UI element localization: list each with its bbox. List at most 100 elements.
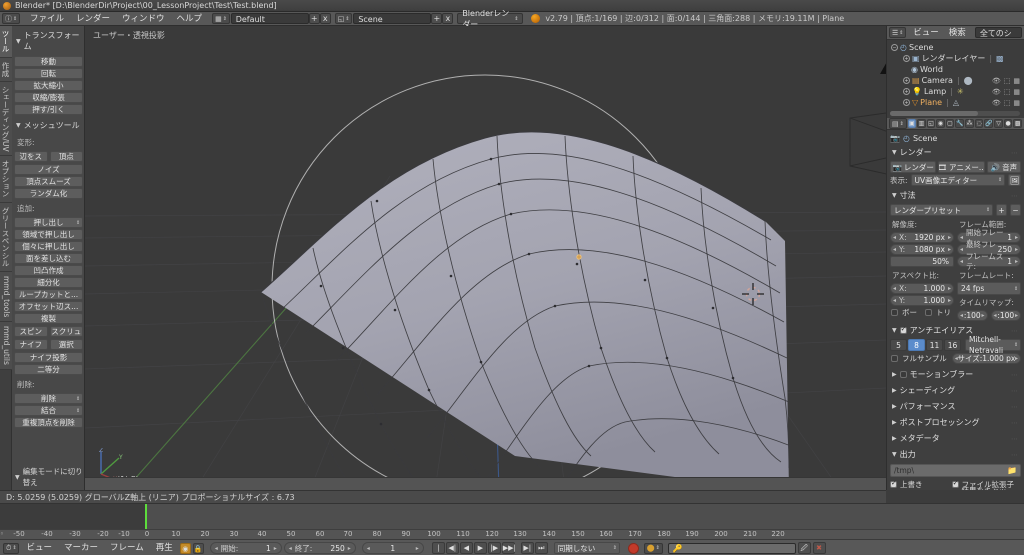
outliner-row-camera[interactable]: + ▤ Camera | ⬤ 👁 ⬚ ▦ bbox=[889, 75, 1024, 86]
timeline-playhead[interactable] bbox=[145, 504, 147, 529]
keying-set-icon-button[interactable]: ⬤ ⇕ bbox=[643, 542, 663, 554]
aa-samples-11[interactable]: 11 bbox=[926, 339, 943, 351]
output-path-field[interactable]: /tmp\ 📁 bbox=[890, 464, 1021, 477]
screen-remove-button[interactable]: x bbox=[319, 13, 331, 24]
output-section-header[interactable]: ▼ 出力 ⋯ bbox=[890, 446, 1021, 462]
scene-remove-button[interactable]: x bbox=[442, 13, 454, 24]
chevron-left-icon[interactable]: ◂ bbox=[367, 543, 370, 554]
cursor-icon[interactable]: ⬚ bbox=[1004, 99, 1011, 107]
camera-render-icon[interactable]: ▦ bbox=[1013, 99, 1020, 107]
offset-edge-loop-button[interactable]: オフセット辺ス... bbox=[14, 301, 83, 312]
current-frame-field[interactable]: ◂ 1 ▸ bbox=[361, 542, 424, 554]
chevron-right-icon[interactable]: ▸ bbox=[948, 296, 951, 306]
chevron-right-icon[interactable]: ▸ bbox=[1015, 245, 1018, 255]
meshtools-panel-header[interactable]: ▼ メッシュツール bbox=[14, 118, 83, 134]
editor-type-selector[interactable]: ⓘ ⇕ bbox=[2, 13, 20, 24]
render-preset-select[interactable]: レンダープリセット ⇕ bbox=[890, 204, 993, 216]
rotate-button[interactable]: 回転 bbox=[14, 68, 83, 79]
aa-samples-16[interactable]: 16 bbox=[944, 339, 961, 351]
display-image-button[interactable]: 🖼 bbox=[1008, 174, 1021, 186]
edge-slide-button[interactable]: 辺をス bbox=[14, 151, 48, 162]
end-frame-field[interactable]: ◂ 終了: 250 ▸ bbox=[283, 542, 356, 554]
viewport-footer-bar[interactable] bbox=[85, 477, 886, 490]
camera-data-icon[interactable]: ⬤ bbox=[964, 76, 973, 85]
menu-render[interactable]: レンダー bbox=[70, 12, 116, 26]
loop-button[interactable]: ⏭ bbox=[534, 542, 548, 554]
aa-samples-5[interactable]: 5 bbox=[890, 339, 907, 351]
outliner-row-plane[interactable]: + ▽ Plane | ◬ 👁 ⬚ ▦ bbox=[889, 97, 1024, 108]
outliner-row-renderlayer[interactable]: + ▣ レンダーレイヤー | ▩ bbox=[889, 53, 1024, 64]
expand-toggle-icon[interactable]: − bbox=[891, 44, 898, 51]
outliner-row-lamp[interactable]: + 💡 Lamp | ✳ 👁 ⬚ ▦ bbox=[889, 86, 1024, 97]
crop-checkbox[interactable] bbox=[925, 309, 932, 316]
tab-shading-uv[interactable]: シェーディング/UV bbox=[0, 81, 12, 157]
screen-layout-icon-button[interactable]: ▦ ⇕ bbox=[212, 13, 230, 24]
motionblur-checkbox[interactable] bbox=[899, 371, 907, 378]
chevron-right-icon[interactable]: ▸ bbox=[948, 245, 951, 255]
play-reverse-button[interactable]: ◀ bbox=[459, 542, 473, 554]
chevron-right-icon[interactable]: ▸ bbox=[1015, 354, 1018, 364]
start-frame-field[interactable]: ◂ 開始: 1 ▸ bbox=[209, 542, 282, 554]
postprocessing-section-header[interactable]: ▶ ポストプロセッシング ⋯ bbox=[890, 414, 1021, 430]
remap-old-field[interactable]: ◂ :100 ▸ bbox=[957, 310, 988, 321]
extrude-region-button[interactable]: 領域で押し出し bbox=[14, 229, 83, 240]
motionblur-section-header[interactable]: ▶ モーションブラー ⋯ bbox=[890, 366, 1021, 382]
timeline-editor-type-button[interactable]: ⏱ ⇕ bbox=[3, 542, 20, 554]
display-mode-select[interactable]: UV画像エディター ⇕ bbox=[910, 174, 1005, 186]
chevron-right-icon[interactable]: ▸ bbox=[348, 543, 351, 554]
toggle-edit-mode-footer[interactable]: ▼ 編集モードに切り替え bbox=[12, 466, 83, 488]
smooth-vertex-button[interactable]: 頂点スムーズ bbox=[14, 176, 83, 187]
cursor-icon[interactable]: ⬚ bbox=[1004, 77, 1011, 85]
chevron-right-icon[interactable]: ▸ bbox=[981, 311, 984, 321]
push-pull-button[interactable]: 押す/引く bbox=[14, 104, 83, 115]
tab-scene[interactable]: ◱ bbox=[926, 119, 936, 128]
overwrite-row[interactable]: 上書き bbox=[890, 479, 946, 490]
eye-icon[interactable]: 👁 bbox=[992, 77, 1001, 85]
outliner-menu-view[interactable]: ビュー bbox=[910, 26, 942, 40]
play-button[interactable]: ▶ bbox=[473, 542, 487, 554]
outliner-row-world[interactable]: ◉ World bbox=[889, 64, 1024, 75]
chevron-right-icon[interactable]: ▸ bbox=[1015, 257, 1018, 267]
render-audio-button[interactable]: 🔊 音声 bbox=[986, 161, 1021, 173]
resolution-y-field[interactable]: ◂ Y: 1080 px ▸ bbox=[890, 244, 954, 255]
metadata-section-header[interactable]: ▶ メタデータ ⋯ bbox=[890, 430, 1021, 446]
scene-add-button[interactable]: + bbox=[431, 13, 443, 24]
aa-size-field[interactable]: ◂ サイズ:1.000 px ▸ bbox=[951, 353, 1021, 364]
spin-button[interactable]: スピン bbox=[14, 326, 48, 337]
eye-icon[interactable]: 👁 bbox=[992, 99, 1001, 107]
expand-toggle-icon[interactable]: + bbox=[903, 77, 910, 84]
aa-filter-select[interactable]: Mitchell-Netravali ⇕ bbox=[965, 335, 1021, 355]
keying-set-field[interactable]: 🔑 bbox=[667, 542, 796, 554]
remove-doubles-button[interactable]: 重複頂点を削除 bbox=[14, 417, 83, 428]
resolution-x-field[interactable]: ◂ X: 1920 px ▸ bbox=[890, 232, 954, 243]
screen-add-button[interactable]: + bbox=[308, 13, 320, 24]
tab-render[interactable]: ▣ bbox=[907, 119, 917, 128]
chevron-left-icon[interactable]: ◂ bbox=[960, 257, 963, 267]
tab-mmd-tools[interactable]: mmd_tools bbox=[0, 271, 12, 322]
tab-texture[interactable]: ▩ bbox=[1013, 119, 1022, 128]
border-checkbox[interactable] bbox=[891, 309, 898, 316]
tab-mmd-utils[interactable]: mmd_utils bbox=[0, 321, 12, 370]
transform-panel-header[interactable]: ▼ トランスフォーム bbox=[14, 28, 83, 55]
menu-window[interactable]: ウィンドウ bbox=[116, 12, 171, 26]
dimensions-section-header[interactable]: ▼ 寸法 ⋯ bbox=[890, 187, 1021, 203]
inset-faces-button[interactable]: 面を差し込む bbox=[14, 253, 83, 264]
render-image-button[interactable]: 📷 レンダー bbox=[890, 161, 937, 173]
timeline-ruler[interactable]: ◦ -50 -40 -30 -20 -10 0 10 20 30 40 50 6… bbox=[0, 529, 1024, 539]
chevron-left-icon[interactable]: ◂ bbox=[893, 284, 896, 294]
sync-mode-select[interactable]: 同期しない ⇕ bbox=[553, 542, 620, 554]
render-section-header[interactable]: ▼ レンダー ⋯ bbox=[890, 144, 1021, 160]
subdivide-button[interactable]: 細分化 bbox=[14, 277, 83, 288]
jump-start-button[interactable]: |◀◀ bbox=[431, 542, 445, 554]
timeline-menu-view[interactable]: ビュー bbox=[21, 541, 57, 555]
delete-keyframe-button[interactable]: ✖ bbox=[812, 542, 826, 554]
overwrite-checkbox[interactable] bbox=[890, 479, 897, 488]
render-engine-selector[interactable]: Blenderレンダー ⇕ bbox=[457, 9, 524, 29]
timeline-menu-playback[interactable]: 再生 bbox=[151, 541, 178, 555]
eye-icon[interactable]: 👁 bbox=[992, 88, 1001, 96]
outliner-display-mode[interactable]: 全てのシーン bbox=[974, 27, 1022, 49]
chevron-right-icon[interactable]: ▸ bbox=[948, 233, 951, 243]
scene-icon-button[interactable]: ◱ ⇕ bbox=[334, 13, 353, 24]
extension-checkbox[interactable] bbox=[951, 479, 959, 488]
tab-options[interactable]: オプション bbox=[0, 156, 12, 203]
